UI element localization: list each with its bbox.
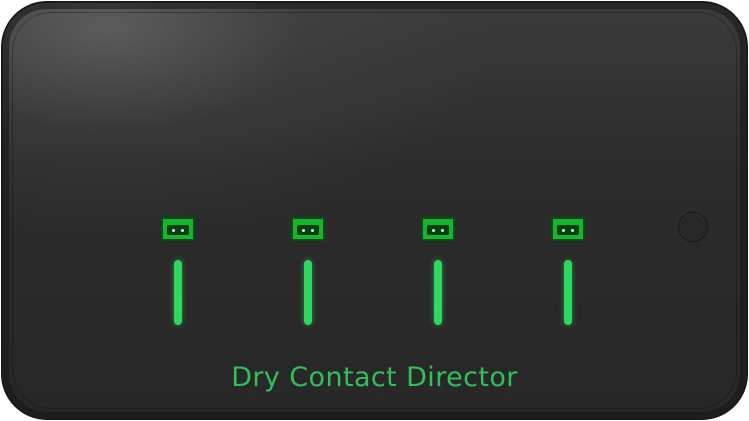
terminal-block-connector-icon[interactable] bbox=[551, 217, 585, 241]
channel-4 bbox=[549, 215, 589, 327]
terminal-block-connector-icon[interactable] bbox=[161, 217, 195, 241]
channel-4-led-indicator bbox=[564, 260, 572, 325]
channel-3 bbox=[419, 215, 459, 327]
channel-2 bbox=[289, 215, 329, 327]
power-button-icon[interactable] bbox=[678, 212, 708, 242]
channel-2-led-indicator bbox=[304, 260, 312, 325]
channel-1-led-indicator bbox=[174, 260, 182, 325]
device-bezel bbox=[13, 13, 736, 408]
channel-1 bbox=[159, 215, 199, 327]
terminal-block-connector-icon[interactable] bbox=[421, 217, 455, 241]
channel-3-led-indicator bbox=[434, 260, 442, 325]
terminal-block-connector-icon[interactable] bbox=[291, 217, 325, 241]
device-label: Dry Contact Director bbox=[231, 362, 518, 393]
dry-contact-director-device bbox=[1, 1, 748, 420]
